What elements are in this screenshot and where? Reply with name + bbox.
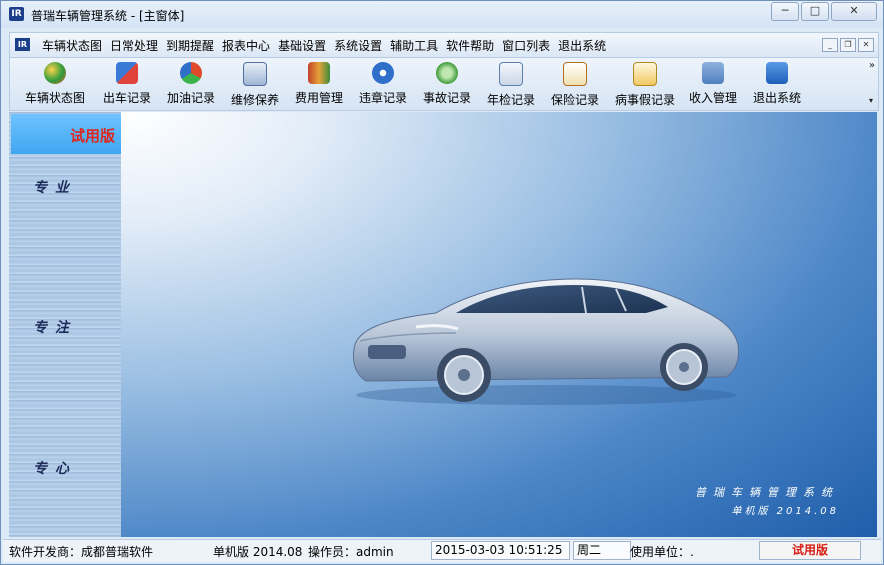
insurance-icon bbox=[563, 62, 587, 86]
status-trial-badge: 试用版 bbox=[759, 541, 861, 560]
toolbar-inspection-button[interactable]: 年检记录 bbox=[482, 62, 540, 108]
toolbar-expense-button[interactable]: 费用管理 bbox=[290, 62, 348, 106]
toolbar-label: 维修保养 bbox=[230, 93, 279, 107]
accident-icon bbox=[436, 62, 458, 84]
car-illustration bbox=[353, 278, 739, 405]
expense-icon bbox=[308, 62, 330, 84]
menu-bar: IR 车辆状态图 日常处理 到期提醒 报表中心 基础设置 系统设置 辅助工具 软… bbox=[9, 32, 879, 58]
menu-items: 车辆状态图 日常处理 到期提醒 报表中心 基础设置 系统设置 辅助工具 软件帮助… bbox=[38, 37, 610, 54]
toolbar-income-button[interactable]: 收入管理 bbox=[684, 62, 742, 106]
menu-exit[interactable]: 退出系统 bbox=[554, 37, 610, 54]
background-panel: 普瑞车辆管理系统 单机版 2014.08 bbox=[121, 112, 877, 537]
menu-reports[interactable]: 报表中心 bbox=[218, 37, 274, 54]
toolbar-label: 违章记录 bbox=[358, 91, 407, 105]
toolbar-leave-button[interactable]: 病事假记录 bbox=[612, 62, 678, 108]
toolbar-overflow-icon[interactable]: » bbox=[869, 60, 875, 71]
menu-windows[interactable]: 窗口列表 bbox=[498, 37, 554, 54]
inspection-icon bbox=[499, 62, 523, 86]
status-datetime: 2015-03-03 10:51:25 bbox=[431, 541, 570, 560]
mdi-controls: _ ❐ ✕ bbox=[820, 38, 874, 52]
vehicle-status-icon bbox=[44, 62, 66, 84]
toolbar-insurance-button[interactable]: 保险记录 bbox=[546, 62, 604, 108]
status-version: 单机版 2014.08 bbox=[213, 545, 303, 559]
minimize-button[interactable]: ─ bbox=[771, 2, 799, 21]
window-title: 普瑞车辆管理系统 - [主窗体] bbox=[31, 9, 185, 23]
main-content: 试用版 专业 专注 专心 普瑞车辆管理系统 单机版 2014.08 bbox=[9, 112, 877, 537]
toolbar: 车辆状态图 出车记录 加油记录 维修保养 费用管理 违章记录 事故记录 年检记录… bbox=[9, 57, 879, 111]
brand-name: 普瑞车辆管理系统 bbox=[695, 486, 839, 499]
mdi-close-button[interactable]: ✕ bbox=[858, 38, 874, 52]
status-unit: 使用单位：. bbox=[630, 545, 694, 559]
leave-icon bbox=[633, 62, 657, 86]
sidebar-slogan-1: 专业 bbox=[33, 180, 77, 196]
toolbar-label: 加油记录 bbox=[166, 91, 215, 105]
toolbar-label: 退出系统 bbox=[752, 91, 801, 105]
menu-daily[interactable]: 日常处理 bbox=[106, 37, 162, 54]
toolbar-maintenance-button[interactable]: 维修保养 bbox=[226, 62, 284, 108]
menu-tools[interactable]: 辅助工具 bbox=[386, 37, 442, 54]
trial-tab[interactable]: 试用版 bbox=[11, 114, 121, 154]
status-weekday: 周二 bbox=[573, 541, 631, 560]
sidebar-slogan-3: 专心 bbox=[33, 461, 77, 477]
app-logo-icon: IR bbox=[9, 7, 24, 21]
status-developer: 软件开发商：成都普瑞软件 bbox=[9, 545, 154, 559]
toolbar-vehicle-status-button[interactable]: 车辆状态图 bbox=[20, 62, 90, 106]
violation-icon bbox=[372, 62, 394, 84]
title-bar[interactable]: IR 普瑞车辆管理系统 - [主窗体] ─ □ ✕ bbox=[1, 1, 883, 28]
trial-label: 试用版 bbox=[69, 127, 115, 145]
toolbar-label: 年检记录 bbox=[486, 93, 535, 107]
main-window: IR 普瑞车辆管理系统 - [主窗体] ─ □ ✕ IR 车辆状态图 日常处理 … bbox=[0, 0, 884, 565]
toolbar-fuel-button[interactable]: 加油记录 bbox=[162, 62, 220, 106]
menu-basic-settings[interactable]: 基础设置 bbox=[274, 37, 330, 54]
status-operator: 操作员：admin bbox=[308, 545, 394, 559]
toolbar-label: 事故记录 bbox=[422, 91, 471, 105]
exit-icon bbox=[766, 62, 788, 84]
menu-system-settings[interactable]: 系统设置 bbox=[330, 37, 386, 54]
menu-reminders[interactable]: 到期提醒 bbox=[162, 37, 218, 54]
maintenance-icon bbox=[243, 62, 267, 86]
toolbar-label: 收入管理 bbox=[688, 91, 737, 105]
window-controls: ─ □ ✕ bbox=[769, 2, 877, 21]
maximize-button[interactable]: □ bbox=[801, 2, 829, 21]
toolbar-label: 出车记录 bbox=[102, 91, 151, 105]
toolbar-label: 费用管理 bbox=[294, 91, 343, 105]
toolbar-violation-button[interactable]: 违章记录 bbox=[354, 62, 412, 106]
menu-help[interactable]: 软件帮助 bbox=[442, 37, 498, 54]
toolbar-exit-button[interactable]: 退出系统 bbox=[748, 62, 806, 106]
dispatch-icon bbox=[116, 62, 138, 84]
toolbar-accident-button[interactable]: 事故记录 bbox=[418, 62, 476, 106]
mdi-app-icon[interactable]: IR bbox=[15, 38, 30, 51]
toolbar-dropdown-icon[interactable]: ▾ bbox=[869, 96, 873, 105]
fuel-icon bbox=[180, 62, 202, 84]
mdi-restore-button[interactable]: ❐ bbox=[840, 38, 856, 52]
sidebar-slogan-2: 专注 bbox=[33, 320, 77, 336]
toolbar-label: 保险记录 bbox=[550, 93, 599, 107]
toolbar-dispatch-button[interactable]: 出车记录 bbox=[98, 62, 156, 106]
toolbar-label: 病事假记录 bbox=[614, 93, 675, 107]
brand-edition: 单机版 2014.08 bbox=[731, 506, 839, 517]
mdi-minimize-button[interactable]: _ bbox=[822, 38, 838, 52]
sidebar: 试用版 专业 专注 专心 bbox=[9, 112, 121, 537]
menu-vehicle-status[interactable]: 车辆状态图 bbox=[38, 37, 106, 54]
toolbar-label: 车辆状态图 bbox=[24, 91, 85, 105]
status-bar: 软件开发商：成都普瑞软件 单机版 2014.08 操作员：admin 2015-… bbox=[3, 539, 881, 562]
close-button[interactable]: ✕ bbox=[831, 2, 877, 21]
income-icon bbox=[702, 62, 724, 84]
